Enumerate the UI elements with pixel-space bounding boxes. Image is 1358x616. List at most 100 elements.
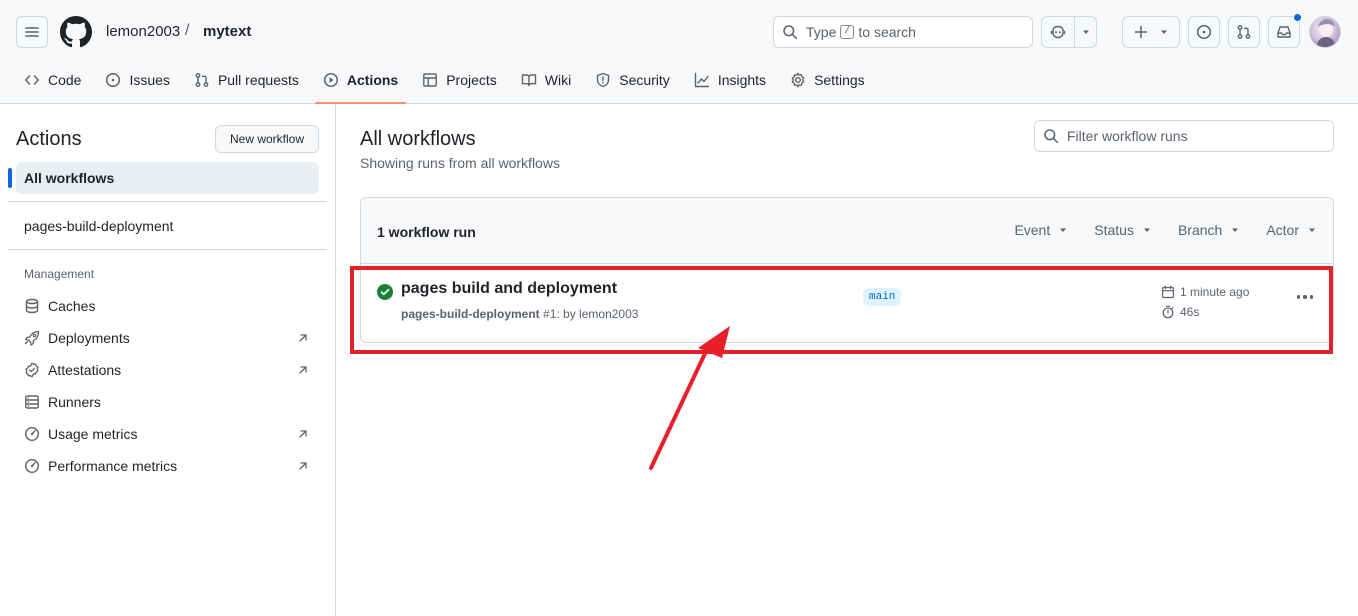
status-filter-dropdown[interactable]: Status — [1094, 222, 1152, 238]
search-icon — [783, 25, 798, 40]
github-logo-icon[interactable] — [60, 16, 92, 48]
filter-placeholder: Filter workflow runs — [1067, 128, 1188, 144]
tab-label: Issues — [129, 72, 170, 88]
create-new-button[interactable] — [1122, 16, 1180, 48]
divider — [8, 201, 327, 202]
sidebar-item-all-workflows[interactable]: All workflows — [8, 162, 319, 194]
filter-label: Status — [1094, 222, 1134, 238]
sidebar-item-label: Caches — [48, 298, 96, 314]
copilot-icon — [1050, 25, 1066, 39]
search-placeholder-before: Type — [806, 24, 837, 40]
hamburger-icon — [25, 27, 39, 37]
sidebar-item-caches[interactable]: Caches — [16, 290, 319, 322]
tab-label: Projects — [446, 72, 497, 88]
runs-filters: Event Status Branch Actor — [988, 222, 1317, 238]
run-count: 1 workflow run — [377, 224, 476, 240]
sidebar-item-deployments[interactable]: Deployments — [16, 322, 319, 354]
tab-label: Insights — [717, 72, 767, 88]
arrow-up-right-icon — [299, 462, 307, 470]
gear-icon — [791, 72, 805, 88]
arrow-up-right-icon — [299, 334, 307, 342]
filter-label: Event — [1014, 222, 1051, 238]
play-icon — [323, 72, 338, 88]
table-icon — [423, 73, 438, 87]
graph-icon — [694, 72, 710, 88]
sidebar-item-runners[interactable]: Runners — [16, 386, 319, 418]
tab-pull-requests[interactable]: Pull requests — [186, 64, 307, 96]
server-icon — [25, 395, 39, 409]
tab-label: Code — [48, 72, 82, 88]
triangle-down-icon — [1082, 30, 1089, 34]
sidebar-item-attestations[interactable]: Attestations — [16, 354, 319, 386]
search-shortcut-key: / — [840, 25, 855, 39]
inbox-button[interactable] — [1268, 13, 1302, 48]
annotation-highlight-box — [350, 266, 1333, 354]
tab-projects[interactable]: Projects — [414, 64, 505, 96]
copilot-button[interactable] — [1042, 17, 1074, 47]
inbox-icon — [1277, 26, 1291, 38]
filter-label: Branch — [1177, 222, 1223, 238]
pull-requests-button[interactable] — [1228, 16, 1260, 48]
issue-icon — [1196, 24, 1212, 40]
pull-request-icon — [195, 73, 209, 87]
sidebar-item-label: Deployments — [48, 330, 130, 346]
shield-icon — [597, 72, 610, 88]
tab-security[interactable]: Security — [587, 64, 678, 96]
triangle-down-icon — [1232, 228, 1239, 232]
sidebar-title: Actions — [16, 128, 82, 150]
book-icon — [521, 74, 536, 87]
tab-actions[interactable]: Actions — [314, 64, 407, 104]
event-filter-dropdown[interactable]: Event — [1014, 222, 1068, 238]
sidebar-item-label: Performance metrics — [48, 458, 178, 474]
triangle-down-icon — [1143, 228, 1150, 232]
tab-label: Pull requests — [217, 72, 299, 88]
search-icon — [1044, 129, 1059, 144]
verified-icon — [25, 362, 39, 378]
actions-sidebar: Actions New workflow All workflows pages… — [0, 104, 336, 616]
arrow-up-right-icon — [299, 366, 307, 374]
sidebar-item-label: Usage metrics — [48, 426, 138, 442]
code-icon — [25, 75, 39, 85]
tab-label: Settings — [814, 72, 865, 88]
tab-wiki[interactable]: Wiki — [513, 64, 579, 96]
arrow-up-right-icon — [299, 430, 307, 438]
user-avatar[interactable] — [1309, 16, 1341, 48]
tab-label: Security — [619, 72, 670, 88]
tab-label: Wiki — [544, 72, 572, 88]
sidebar-item-performance-metrics[interactable]: Performance metrics — [16, 450, 319, 482]
notification-dot — [1293, 13, 1302, 22]
rocket-icon — [24, 330, 40, 346]
branch-filter-dropdown[interactable]: Branch — [1178, 222, 1240, 238]
sidebar-item-usage-metrics[interactable]: Usage metrics — [16, 418, 319, 450]
issues-button[interactable] — [1188, 16, 1220, 48]
tab-settings[interactable]: Settings — [782, 64, 873, 96]
repo-header: lemon2003 / mytext Type / to search Code — [0, 0, 1358, 104]
copilot-dropdown[interactable] — [1074, 17, 1096, 47]
sidebar-item-pages-build-deployment[interactable]: pages-build-deployment — [24, 218, 173, 234]
database-icon — [25, 298, 39, 314]
breadcrumb-owner[interactable]: lemon2003 — [106, 23, 180, 40]
menu-button[interactable] — [16, 16, 48, 48]
page-title: All workflows — [360, 128, 476, 150]
breadcrumb-repo[interactable]: mytext — [203, 23, 251, 40]
tab-code[interactable]: Code — [16, 64, 89, 96]
triangle-down-icon — [1060, 228, 1067, 232]
repo-tabs: Code Issues Pull requests Actions Projec… — [16, 64, 881, 104]
tab-label: Actions — [346, 72, 399, 88]
filter-label: Actor — [1266, 222, 1299, 238]
meter-icon — [24, 426, 40, 442]
runs-list-header: 1 workflow run Event Status Branch Actor — [361, 198, 1333, 264]
tab-insights[interactable]: Insights — [686, 64, 774, 96]
sidebar-item-label: Attestations — [48, 362, 122, 378]
pull-request-icon — [1237, 25, 1251, 39]
filter-runs-input[interactable]: Filter workflow runs — [1034, 120, 1334, 152]
search-placeholder-after: to search — [858, 24, 916, 40]
tab-issues[interactable]: Issues — [97, 64, 177, 96]
new-workflow-button[interactable]: New workflow — [215, 125, 319, 153]
management-heading: Management — [24, 267, 95, 281]
actor-filter-dropdown[interactable]: Actor — [1266, 222, 1317, 238]
plus-icon — [1134, 25, 1148, 39]
meter-icon — [24, 458, 40, 474]
page-subtitle: Showing runs from all workflows — [360, 155, 560, 171]
global-search-input[interactable]: Type / to search — [773, 16, 1033, 48]
